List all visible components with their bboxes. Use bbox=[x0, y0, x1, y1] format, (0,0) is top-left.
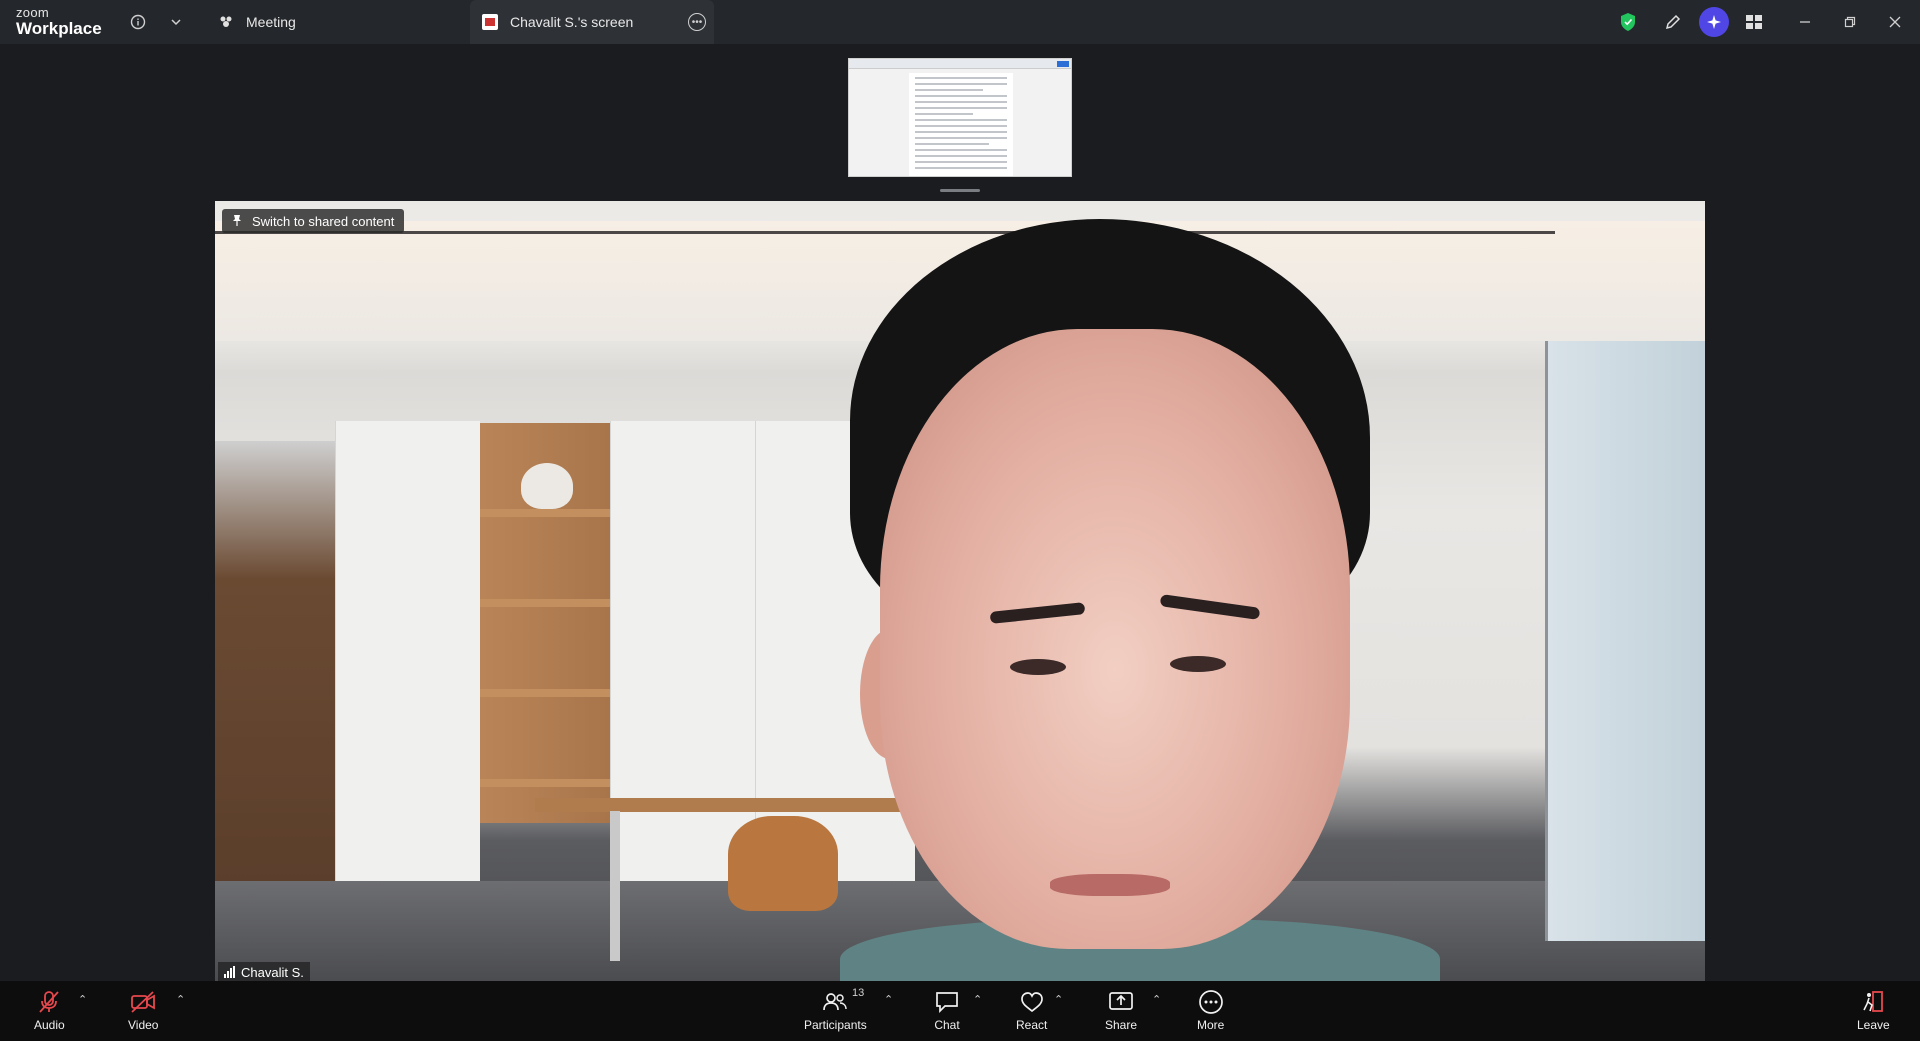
participant-count: 13 bbox=[852, 987, 865, 999]
participant-name: Chavalit S. bbox=[241, 964, 304, 980]
chat-button[interactable]: Chat bbox=[934, 989, 960, 1032]
chat-label: Chat bbox=[934, 1018, 960, 1032]
participants-options-caret[interactable]: ⌃ bbox=[884, 993, 893, 1006]
more-label: More bbox=[1197, 1018, 1225, 1032]
chevron-down-icon[interactable] bbox=[164, 10, 188, 34]
title-bar: zoom Workplace Meeting Chavalit S.'s scr… bbox=[0, 0, 1920, 44]
audio-options-caret[interactable]: ⌃ bbox=[78, 993, 87, 1006]
thumbnail-drag-handle[interactable] bbox=[940, 189, 980, 192]
annotate-pencil-icon[interactable] bbox=[1661, 10, 1685, 34]
meeting-info-icon[interactable] bbox=[126, 10, 150, 34]
share-options-caret[interactable]: ⌃ bbox=[1152, 993, 1161, 1006]
share-button[interactable]: Share bbox=[1105, 989, 1137, 1032]
react-label: React bbox=[1016, 1018, 1048, 1032]
switch-to-shared-content-label: Switch to shared content bbox=[252, 213, 395, 229]
tab-meeting-label: Meeting bbox=[246, 14, 296, 30]
audio-label: Audio bbox=[34, 1018, 65, 1032]
close-icon[interactable] bbox=[1883, 10, 1907, 34]
connection-signal-icon bbox=[224, 966, 235, 978]
more-icon bbox=[1198, 989, 1224, 1015]
shared-screen-thumbnail[interactable] bbox=[848, 58, 1072, 177]
leave-icon bbox=[1860, 989, 1886, 1015]
chat-icon bbox=[934, 989, 960, 1015]
more-options-icon[interactable]: ••• bbox=[688, 13, 706, 31]
tab-meeting[interactable]: Meeting bbox=[218, 0, 296, 44]
audio-button[interactable]: Audio bbox=[34, 989, 65, 1032]
security-shield-icon[interactable] bbox=[1616, 10, 1640, 34]
thumbnail-share-button bbox=[1057, 61, 1069, 67]
apps-icon[interactable] bbox=[1742, 10, 1766, 34]
app-logo: zoom Workplace bbox=[16, 6, 102, 37]
thumbnail-document-page bbox=[909, 73, 1013, 176]
participant-video bbox=[215, 201, 1705, 981]
logo-top-text: zoom bbox=[16, 5, 49, 20]
screen-share-icon bbox=[482, 14, 498, 30]
chat-options-caret[interactable]: ⌃ bbox=[973, 993, 982, 1006]
tab-shared-screen[interactable]: Chavalit S.'s screen ••• bbox=[470, 0, 714, 44]
react-options-caret[interactable]: ⌃ bbox=[1054, 993, 1063, 1006]
video-camera-off-icon bbox=[129, 989, 157, 1015]
logo-bottom-text: Workplace bbox=[16, 19, 102, 38]
share-screen-icon bbox=[1108, 989, 1134, 1015]
participants-label: Participants bbox=[804, 1018, 867, 1032]
more-button[interactable]: More bbox=[1197, 989, 1224, 1032]
tab-shared-screen-label: Chavalit S.'s screen bbox=[510, 14, 634, 30]
share-label: Share bbox=[1105, 1018, 1138, 1032]
ai-companion-icon[interactable] bbox=[1699, 7, 1729, 37]
switch-to-shared-content-button[interactable]: Switch to shared content bbox=[222, 209, 405, 233]
restore-icon[interactable] bbox=[1838, 10, 1862, 34]
participant-person bbox=[840, 219, 1440, 981]
pin-icon bbox=[232, 214, 242, 229]
participants-icon bbox=[822, 989, 848, 1015]
react-button[interactable]: React bbox=[1016, 989, 1047, 1032]
leave-button[interactable]: Leave bbox=[1857, 989, 1890, 1032]
video-options-caret[interactable]: ⌃ bbox=[176, 993, 185, 1006]
meeting-toolbar: Audio ⌃ Video ⌃ Participants 13 ⌃ Chat ⌃… bbox=[0, 981, 1920, 1041]
heart-icon bbox=[1019, 989, 1045, 1015]
participant-name-tag: Chavalit S. bbox=[218, 962, 310, 982]
microphone-muted-icon bbox=[36, 989, 62, 1015]
minimize-icon[interactable] bbox=[1793, 10, 1817, 34]
meeting-icon bbox=[218, 14, 234, 30]
leave-label: Leave bbox=[1857, 1018, 1890, 1032]
thumbnail-ribbon bbox=[849, 59, 1071, 69]
video-label: Video bbox=[128, 1018, 159, 1032]
video-button[interactable]: Video bbox=[128, 989, 158, 1032]
